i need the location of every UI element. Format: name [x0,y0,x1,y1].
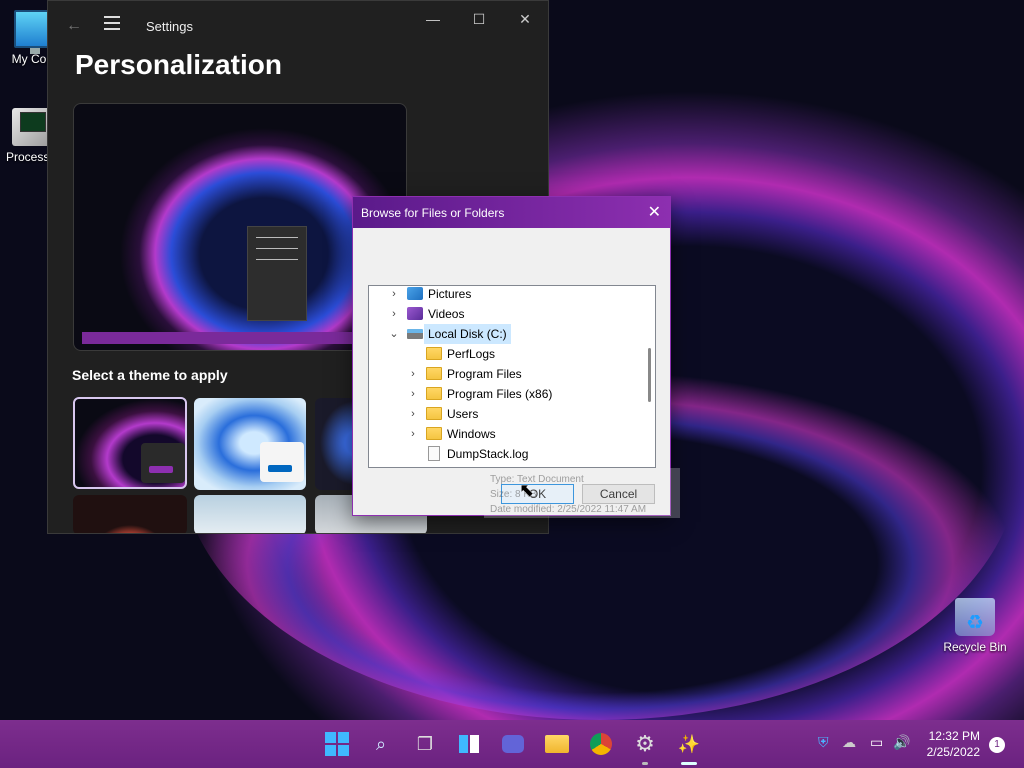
recycle-bin-icon [955,598,995,636]
tree-item-perflogs[interactable]: PerfLogs [369,344,641,364]
chevron-down-icon[interactable]: ⌄ [389,324,399,344]
security-icon[interactable]: ⛨ [818,734,829,751]
widgets-icon[interactable] [456,731,482,757]
tree-item-program-files[interactable]: › Program Files [369,364,641,384]
preview-window-pane [247,226,307,321]
folder-icon [426,407,442,420]
clock-date: 2/25/2022 [926,745,980,759]
file-info-tooltip: Type: Text Document Size: 8 KB Date modi… [484,468,680,518]
hamburger-menu-icon[interactable] [104,16,120,34]
dialog-titlebar[interactable]: Browse for Files or Folders ✕ [353,197,670,228]
clock-time: 12:32 PM [928,729,980,743]
chevron-right-icon[interactable]: › [389,304,399,324]
theme-window-preview [141,443,185,483]
chevron-right-icon[interactable]: › [408,384,418,404]
search-icon[interactable]: ⌕ [368,731,394,757]
window-title: Settings [146,19,193,34]
volume-icon[interactable]: 🔊 [893,734,910,751]
chat-icon[interactable] [500,731,526,757]
chrome-icon[interactable] [588,731,614,757]
tree-item-pictures[interactable]: › Pictures [369,286,641,304]
settings-icon[interactable]: ⚙ [632,731,658,757]
process-hacker-icon [12,108,52,146]
start-icon[interactable] [324,731,350,757]
tree-item-label: Windows [447,427,496,441]
network-off-icon[interactable]: ☁ [842,734,856,751]
theme-tile[interactable] [73,397,187,489]
maximize-icon[interactable]: ☐ [464,11,494,28]
themes-section-label: Select a theme to apply [72,367,228,383]
chevron-right-icon[interactable]: › [408,364,418,384]
scrollbar-thumb[interactable] [648,348,651,402]
settings-titlebar[interactable]: ← Settings — ☐ ✕ [48,1,548,51]
running-indicator [642,762,648,765]
chevron-right-icon[interactable]: › [389,286,399,304]
tree-item-dumpstack-log[interactable]: DumpStack.log [369,444,641,464]
videos-icon [407,307,423,320]
tree-item-label: Program Files (x86) [447,387,553,401]
task-view-icon[interactable]: ❐ [412,731,438,757]
theme-tile[interactable] [73,495,187,533]
folder-tree[interactable]: › Pictures › Videos ⌄ Local Disk (C:) Pe… [368,285,656,468]
magic-wand-icon[interactable]: ✨ [676,731,702,757]
chevron-right-icon[interactable]: › [408,424,418,444]
active-indicator [681,762,697,765]
folder-icon [426,427,442,440]
close-icon[interactable]: ✕ [510,11,540,28]
mouse-cursor-icon: ⬉ [519,480,535,500]
tree-item-label: Program Files [447,367,522,381]
theme-tile[interactable] [194,398,306,490]
tree-item-label: PerfLogs [447,347,496,361]
tree-item-label: Pictures [428,287,472,301]
theme-window-preview [260,442,304,482]
tree-item-label: Users [447,407,479,421]
pictures-icon [407,287,423,300]
theme-tile[interactable] [194,495,306,533]
desktop-icon-label: Recycle Bin [943,640,1007,654]
tree-item-users[interactable]: › Users [369,404,641,424]
notification-badge[interactable]: 1 [989,737,1005,753]
folder-icon [426,347,442,360]
minimize-icon[interactable]: — [418,11,448,27]
display-icon[interactable]: ▭ [870,734,883,751]
desktop-icon-recycle-bin[interactable]: Recycle Bin [937,598,1013,654]
tooltip-line: Date modified: 2/25/2022 11:47 AM [490,504,647,515]
dialog-title: Browse for Files or Folders [361,206,505,220]
tree-item-local-disk[interactable]: ⌄ Local Disk (C:) [369,324,641,344]
page-title: Personalization [75,49,282,80]
local-disk-icon [407,329,423,339]
chevron-right-icon[interactable]: › [408,404,418,424]
theme-tile[interactable] [315,398,355,490]
back-arrow-icon[interactable]: ← [66,17,82,35]
tree-item-windows[interactable]: › Windows [369,424,641,444]
tree-item-label: Videos [428,307,465,321]
tree-item-videos[interactable]: › Videos [369,304,641,324]
tree-item-label: DumpStack.log [447,447,529,461]
tree-item-program-files-x86[interactable]: › Program Files (x86) [369,384,641,404]
taskbar: ⌕ ❐ ⚙ ✨ ⛨ ☁ ▭ 🔊 12:32 PM 2/25/2022 1 [0,720,1024,768]
file-icon [428,446,440,461]
close-icon[interactable]: ✕ [648,202,661,222]
folder-icon [426,367,442,380]
clock[interactable]: 12:32 PM 2/25/2022 [927,728,980,760]
folder-icon [426,387,442,400]
tree-item-label: Local Disk (C:) [424,324,511,344]
file-explorer-icon[interactable] [544,731,570,757]
